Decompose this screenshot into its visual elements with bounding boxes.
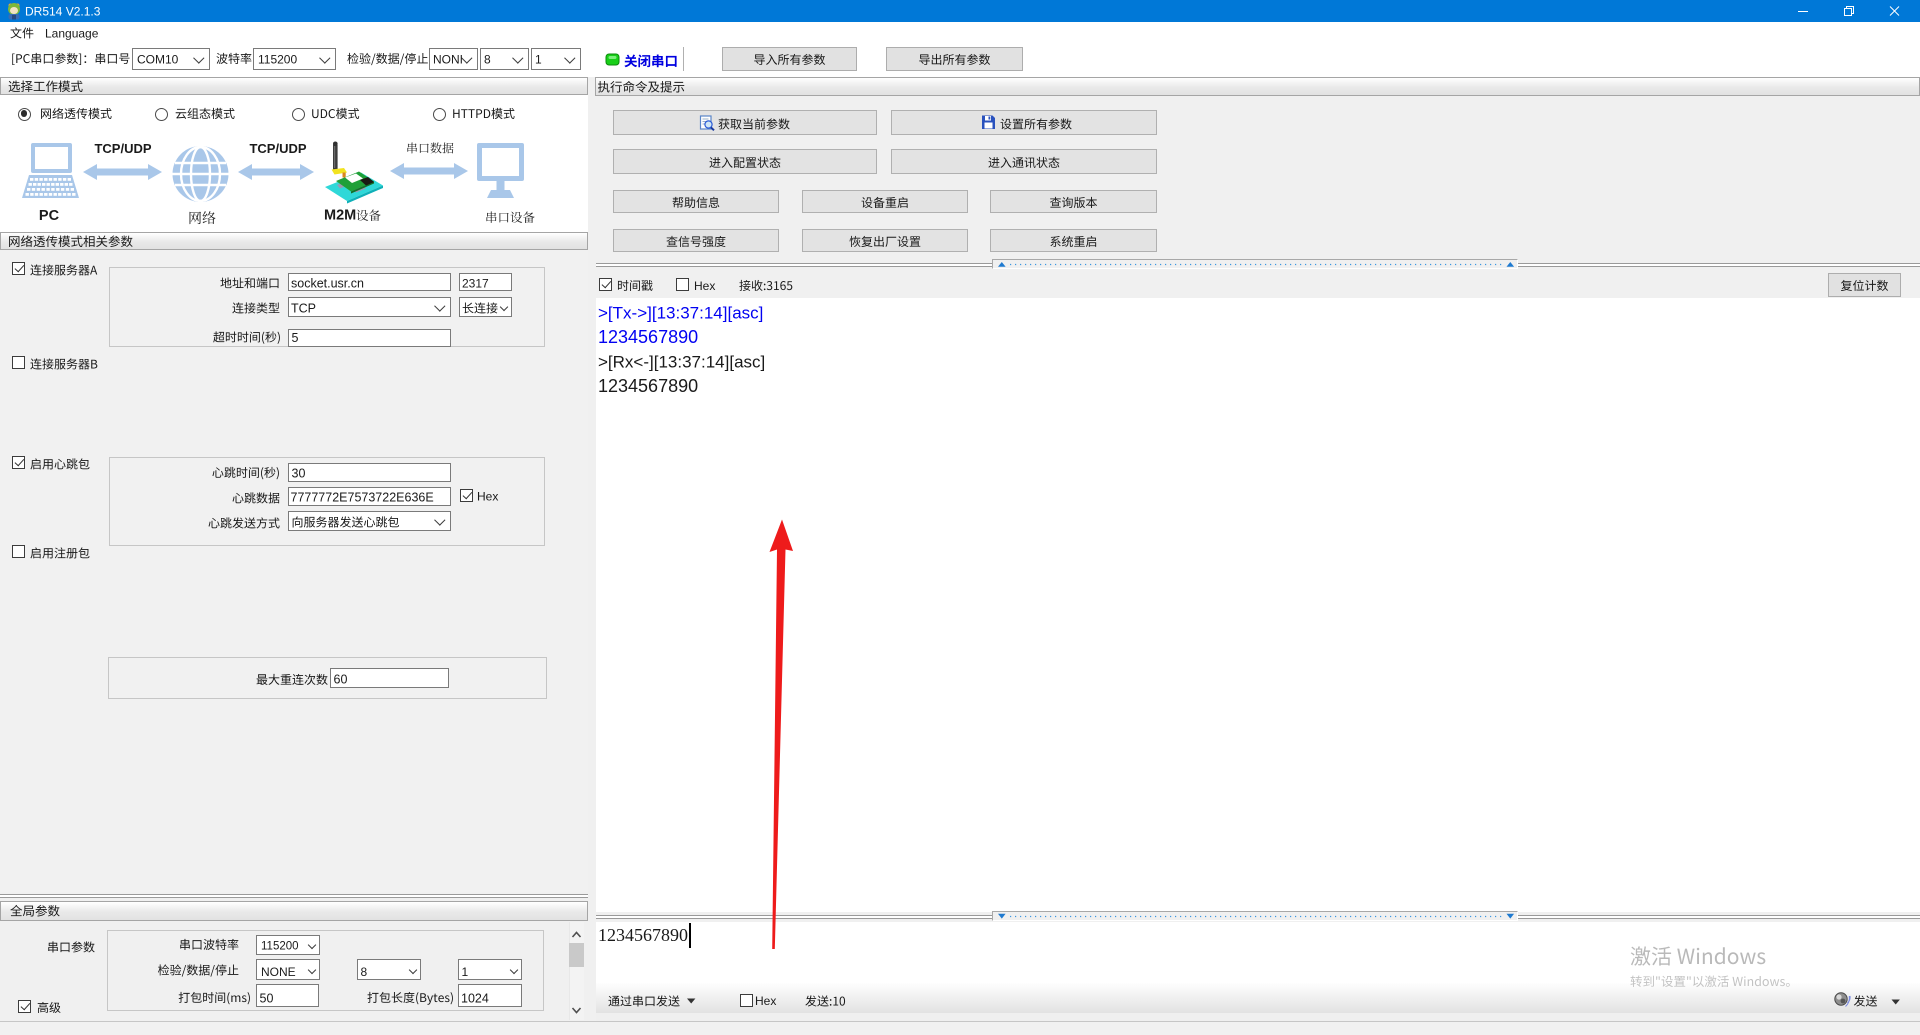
svg-text:115200: 115200: [258, 53, 297, 67]
svg-text:8: 8: [361, 965, 368, 979]
svg-text:PC: PC: [39, 208, 60, 224]
svg-text:1234567890: 1234567890: [598, 327, 698, 347]
svg-text:socket.usr.cn: socket.usr.cn: [291, 277, 364, 291]
svg-text:1234567890: 1234567890: [598, 925, 688, 945]
svg-text:7777772E7573722E636E: 7777772E7573722E636E: [291, 491, 434, 505]
svg-text:2317: 2317: [462, 277, 489, 291]
svg-text:1: 1: [535, 53, 542, 67]
svg-text:50: 50: [260, 992, 274, 1006]
svg-text:8: 8: [484, 53, 491, 67]
svg-text:1024: 1024: [461, 992, 489, 1006]
svg-text:Hex: Hex: [477, 490, 498, 504]
svg-text:>[Rx<-][13:37:14][asc]: >[Rx<-][13:37:14][asc]: [598, 353, 765, 372]
svg-text:>[Tx->][13:37:14][asc]: >[Tx->][13:37:14][asc]: [598, 304, 763, 323]
svg-text:TCP/UDP: TCP/UDP: [249, 141, 306, 156]
svg-text:TCP/UDP: TCP/UDP: [94, 141, 151, 156]
svg-text:30: 30: [292, 467, 306, 481]
svg-text:M2M: M2M: [324, 208, 356, 224]
svg-text:Hex: Hex: [694, 279, 715, 293]
svg-text:Hex: Hex: [755, 994, 776, 1008]
svg-text:NONE: NONE: [261, 965, 296, 979]
svg-text:Language: Language: [45, 27, 99, 41]
svg-text:TCP: TCP: [291, 302, 316, 316]
svg-text:115200: 115200: [261, 941, 299, 953]
svg-text:5: 5: [292, 331, 299, 345]
svg-text:60: 60: [334, 673, 348, 687]
svg-text:1: 1: [462, 965, 469, 979]
svg-text:1234567890: 1234567890: [598, 376, 698, 396]
svg-text:COM10: COM10: [137, 53, 179, 67]
svg-text:NONI: NONI: [433, 53, 463, 67]
svg-text:DR514 V2.1.3: DR514 V2.1.3: [25, 5, 101, 19]
